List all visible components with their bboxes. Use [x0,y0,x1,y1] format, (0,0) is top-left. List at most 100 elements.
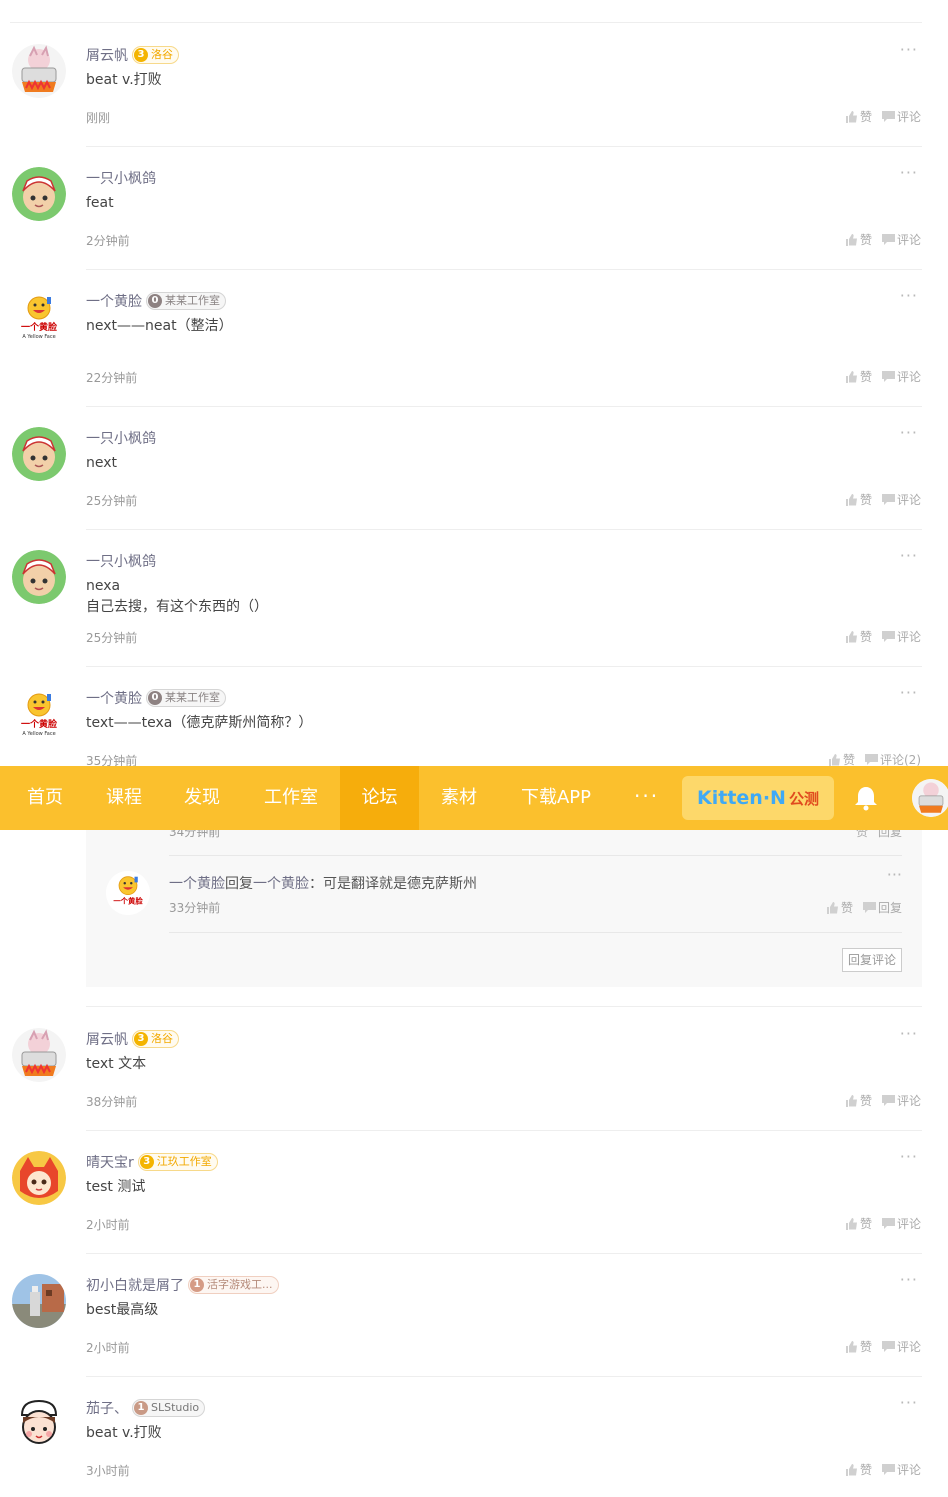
avatar[interactable] [12,44,66,98]
top-navbar: 首页 课程 发现 工作室 论坛 素材 下载APP ··· Kitten·N 公测 [0,766,948,830]
studio-badge[interactable]: 3 洛谷 [132,46,179,64]
nav-item-studio[interactable]: 工作室 [246,766,336,830]
more-options-button[interactable]: ··· [900,423,918,442]
avatar[interactable] [12,427,66,481]
more-options-button[interactable]: ··· [900,546,918,565]
more-options-button[interactable]: ··· [900,1024,918,1043]
studio-badge[interactable]: 1 SLStudio [132,1399,206,1417]
more-options-button[interactable]: ··· [900,40,918,59]
nav-item-discover[interactable]: 发现 [163,766,241,830]
reply-button[interactable]: 回复 [862,899,902,916]
nav-item-courses[interactable]: 课程 [85,766,163,830]
divider [86,146,922,147]
like-button[interactable]: 赞 [845,1461,872,1478]
comment-actions: 赞 评论 [845,231,921,248]
username[interactable]: 屑云帆 [86,1029,128,1049]
like-button[interactable]: 赞 [845,1215,872,1232]
kitten-n-promo-button[interactable]: Kitten·N 公测 [682,776,834,820]
more-options-button[interactable]: ··· [887,865,902,884]
comment-icon [881,233,895,245]
studio-name: 洛谷 [151,48,173,61]
more-options-button[interactable]: ··· [900,286,918,305]
thumbs-up-icon [845,1094,857,1107]
studio-name: SLStudio [151,1401,200,1414]
more-options-button[interactable]: ··· [900,1270,918,1289]
more-options-button[interactable]: ··· [900,683,918,702]
username[interactable]: 一个黄脸 [169,876,225,892]
comment-button[interactable]: 评论 [881,368,921,385]
comment-button[interactable]: 评论 [881,231,921,248]
like-button[interactable]: 赞 [845,368,872,385]
like-button[interactable]: 赞 [845,491,872,508]
username[interactable]: 一只小枫鸽 [86,168,156,188]
username[interactable]: 晴天宝r [86,1152,134,1172]
level-number: 0 [148,691,162,705]
like-button[interactable]: 赞 [845,1338,872,1355]
comment-button[interactable]: 评论 [881,628,921,645]
svg-text:A Yellow Face: A Yellow Face [22,731,55,737]
avatar[interactable] [12,1274,66,1328]
nav-item-home[interactable]: 首页 [6,766,84,830]
like-button[interactable]: 赞 [856,829,868,840]
avatar[interactable] [12,1151,66,1205]
author-row: 一个黄脸 0 某某工作室 [86,290,226,312]
username[interactable]: 一个黄脸 [86,291,142,311]
username[interactable]: 茄子、 [86,1398,128,1418]
like-button[interactable]: 赞 [845,628,872,645]
avatar[interactable] [12,1028,66,1082]
thumbs-up-icon [845,630,857,643]
like-button[interactable]: 赞 [845,1092,872,1109]
avatar[interactable]: 一个黄脸 A Yellow Face [12,290,66,344]
comment-button[interactable]: 评论 [881,1092,921,1109]
comment-button[interactable]: 评论 [881,108,921,125]
username[interactable]: 屑云帆 [86,45,128,65]
level-number: 1 [134,1401,148,1415]
username[interactable]: 一只小枫鸽 [86,428,156,448]
avatar[interactable] [12,1397,66,1451]
reply-actions: 赞 回复 [826,899,902,916]
comment-button[interactable]: 评论 [881,1338,921,1355]
more-options-button[interactable]: ··· [900,1393,918,1412]
comment-icon [881,493,895,505]
more-options-button[interactable]: ··· [900,1147,918,1166]
comment-text: beat v.打败 [86,1425,162,1441]
like-label: 赞 [840,901,853,915]
reply-button[interactable]: 回复 [878,829,902,840]
notification-bell-icon[interactable] [852,784,880,812]
studio-badge[interactable]: 3 洛谷 [132,1030,179,1048]
comment-button[interactable]: 评论 [881,1461,921,1478]
nav-item-download-app[interactable]: 下载APP [505,766,607,830]
comment-actions: 赞 评论 [845,1215,921,1232]
divider [86,1006,922,1007]
studio-badge[interactable]: 0 某某工作室 [146,689,226,707]
studio-name: 活字游戏工... [207,1278,273,1291]
studio-badge[interactable]: 1 活字游戏工... [188,1276,279,1294]
username[interactable]: 一个黄脸 [86,688,142,708]
comment-label: 评论 [896,1217,921,1231]
like-button[interactable]: 赞 [845,108,872,125]
avatar[interactable]: 一个黄脸 [106,871,150,915]
nav-item-assets[interactable]: 素材 [420,766,498,830]
comment-button[interactable]: 评论 [881,491,921,508]
comment-item: 初小白就是屑了 1 活字游戏工... ··· best最高级 2小时前 赞 评论 [0,1270,948,1377]
reply-target[interactable]: 一个黄脸 [253,876,309,892]
comment-button[interactable]: 评论 [881,1215,921,1232]
avatar[interactable] [12,167,66,221]
more-options-button[interactable]: ··· [900,163,918,182]
reply-verb: 回复 [225,876,253,892]
reply-content: ：可是翻译就是德克萨斯州 [309,876,477,892]
studio-badge[interactable]: 0 某某工作室 [146,292,226,310]
username[interactable]: 一只小枫鸽 [86,551,156,571]
avatar[interactable] [12,550,66,604]
studio-badge[interactable]: 3 江玖工作室 [137,1153,218,1171]
like-button[interactable]: 赞 [845,231,872,248]
timestamp: 25分钟前 [86,494,138,508]
nav-more-button[interactable]: ··· [634,766,659,830]
nav-item-forum[interactable]: 论坛 [340,766,419,830]
username[interactable]: 初小白就是屑了 [86,1275,184,1295]
reply-comment-button[interactable]: 回复评论 [841,948,902,972]
avatar[interactable]: 一个黄脸 A Yellow Face [12,687,66,741]
like-button[interactable]: 赞 [826,899,853,916]
user-avatar[interactable] [912,779,948,817]
reply-label: 回复 [877,901,902,915]
